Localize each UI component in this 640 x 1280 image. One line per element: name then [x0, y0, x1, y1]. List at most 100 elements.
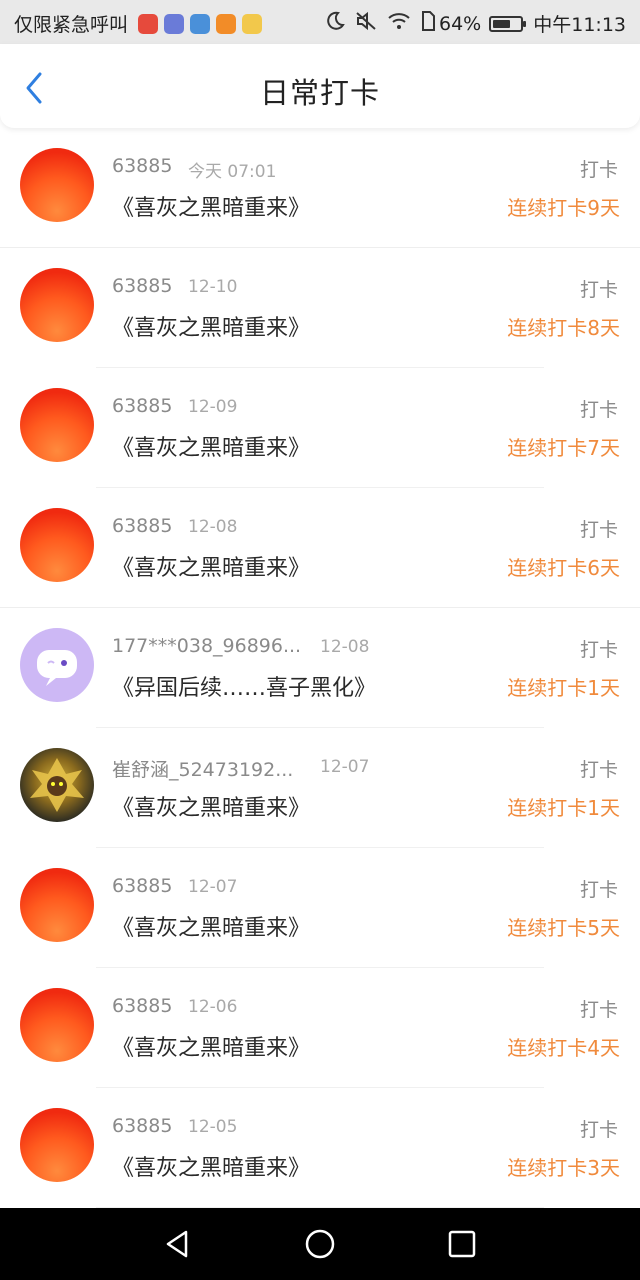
clock: 中午11:13	[533, 14, 626, 36]
checkin-date: 12-05	[188, 1117, 238, 1137]
checkin-label: 打卡	[579, 159, 618, 181]
book-title[interactable]: 《喜灰之黑暗重来》	[112, 1150, 310, 1182]
battery-icon	[489, 15, 527, 32]
chat-bubble-icon	[37, 650, 77, 686]
user-avatar[interactable]	[20, 988, 94, 1062]
streak-count: 连续打卡4天	[507, 1036, 620, 1060]
checkin-date: 12-06	[188, 997, 238, 1017]
user-avatar[interactable]	[20, 868, 94, 942]
username[interactable]: 63885	[112, 395, 172, 417]
user-avatar[interactable]	[20, 748, 94, 822]
username[interactable]: 63885	[112, 875, 172, 897]
sim-icon	[421, 11, 435, 36]
streak-count: 连续打卡1天	[507, 676, 620, 700]
book-title[interactable]: 《喜灰之黑暗重来》	[112, 1030, 310, 1062]
user-meta: 崔舒涵_52473192... 12-07	[112, 755, 369, 782]
checkin-label: 打卡	[579, 519, 618, 541]
book-title[interactable]: 《喜灰之黑暗重来》	[112, 790, 310, 822]
book-title[interactable]: 《喜灰之黑暗重来》	[112, 910, 310, 942]
app-notification-icon	[216, 13, 237, 34]
book-title[interactable]: 《喜灰之黑暗重来》	[112, 310, 310, 342]
page-title: 日常打卡	[259, 76, 380, 110]
book-title[interactable]: 《喜灰之黑暗重来》	[112, 550, 310, 582]
square-recents-icon	[448, 1230, 476, 1258]
system-nav-bar	[0, 1208, 640, 1280]
username[interactable]: 177***038_96896...	[112, 635, 301, 657]
username[interactable]: 63885	[112, 275, 172, 297]
checkin-label: 打卡	[579, 999, 618, 1021]
notification-icons	[132, 13, 263, 34]
user-meta: 63885 12-08	[112, 515, 237, 537]
checkin-label: 打卡	[579, 759, 618, 781]
status-left: 仅限紧急呼叫	[14, 10, 263, 37]
username[interactable]: 63885	[112, 515, 172, 537]
checkin-list: 63885 今天 07:01 《喜灰之黑暗重来》 打卡 连续打卡9天 63885 12-10…	[0, 128, 640, 1208]
checkin-row[interactable]: 63885 今天 07:01 《喜灰之黑暗重来》 打卡连续打卡9天	[0, 128, 640, 248]
book-title[interactable]: 《喜灰之黑暗重来》	[112, 190, 310, 222]
streak-count: 连续打卡5天	[507, 916, 620, 940]
user-meta: 63885 12-05	[112, 1115, 237, 1137]
checkin-row[interactable]: 63885 12-09 《喜灰之黑暗重来》 打卡连续打卡7天	[0, 368, 640, 488]
user-meta: 63885 12-09	[112, 395, 237, 417]
user-meta: 177***038_96896... 12-08	[112, 635, 369, 657]
wifi-icon	[387, 12, 411, 35]
book-title[interactable]: 《喜灰之黑暗重来》	[112, 430, 310, 462]
checkin-date: 12-10	[188, 277, 238, 297]
checkin-label: 打卡	[579, 399, 618, 421]
app-header: 日常打卡	[0, 44, 640, 128]
checkin-row[interactable]: 63885 12-07 《喜灰之黑暗重来》 打卡连续打卡5天	[0, 848, 640, 968]
circle-home-icon	[305, 1229, 335, 1259]
checkin-row[interactable]: 崔舒涵_52473192... 12-07 《喜灰之黑暗重来》 打卡连续打卡1天	[0, 728, 640, 848]
carrier-text: 仅限紧急呼叫	[14, 14, 129, 36]
nav-recents-button[interactable]	[444, 1226, 480, 1262]
streak-count: 连续打卡6天	[507, 556, 620, 580]
checkin-date: 12-08	[320, 637, 370, 657]
checkin-label: 打卡	[579, 639, 618, 661]
app-notification-icon	[164, 13, 185, 34]
checkin-label: 打卡	[579, 1119, 618, 1141]
checkin-date: 12-07	[320, 757, 370, 777]
user-avatar[interactable]	[20, 388, 94, 462]
streak-count: 连续打卡7天	[507, 436, 620, 460]
checkin-row[interactable]: 63885 12-08 《喜灰之黑暗重来》 打卡连续打卡6天	[0, 488, 640, 608]
username[interactable]: 崔舒涵_52473192...	[112, 759, 293, 781]
username[interactable]: 63885	[112, 155, 172, 177]
user-avatar[interactable]	[20, 1108, 94, 1182]
checkin-row[interactable]: 63885 12-05 《喜灰之黑暗重来》 打卡连续打卡3天	[0, 1088, 640, 1208]
mute-icon	[355, 11, 377, 36]
user-meta: 63885 今天 07:01	[112, 155, 276, 182]
user-meta: 63885 12-06	[112, 995, 237, 1017]
user-meta: 63885 12-10	[112, 275, 237, 297]
checkin-date: 12-09	[188, 397, 238, 417]
user-avatar[interactable]	[20, 148, 94, 222]
checkin-date: 12-07	[188, 877, 238, 897]
triangle-back-icon	[166, 1230, 188, 1258]
username[interactable]: 63885	[112, 995, 172, 1017]
app-notification-icon	[242, 13, 263, 34]
app-notification-icon	[138, 13, 159, 34]
user-avatar[interactable]	[20, 508, 94, 582]
character-avatar-icon	[30, 758, 84, 812]
battery-percent: 64%	[439, 12, 482, 35]
checkin-row[interactable]: 63885 12-06 《喜灰之黑暗重来》 打卡连续打卡4天	[0, 968, 640, 1088]
book-title[interactable]: 《异国后续……喜子黑化》	[112, 670, 376, 702]
moon-icon	[325, 11, 345, 36]
nav-back-button[interactable]	[160, 1226, 196, 1262]
app-notification-icon	[190, 13, 211, 34]
streak-count: 连续打卡8天	[507, 316, 620, 340]
user-avatar[interactable]	[20, 628, 94, 702]
checkin-label: 打卡	[579, 279, 618, 301]
user-meta: 63885 12-07	[112, 875, 237, 897]
streak-count: 连续打卡9天	[507, 196, 620, 220]
checkin-date: 12-08	[188, 517, 238, 537]
checkin-row[interactable]: 63885 12-10 《喜灰之黑暗重来》 打卡连续打卡8天	[0, 248, 640, 368]
status-right: 64% 中午11:13	[315, 10, 626, 37]
user-avatar[interactable]	[20, 268, 94, 342]
checkin-date: 今天 07:01	[188, 162, 277, 182]
nav-home-button[interactable]	[302, 1226, 338, 1262]
checkin-row[interactable]: 177***038_96896... 12-08 《异国后续……喜子黑化》 打卡连续打…	[0, 608, 640, 728]
checkin-label: 打卡	[579, 879, 618, 901]
username[interactable]: 63885	[112, 1115, 172, 1137]
streak-count: 连续打卡1天	[507, 796, 620, 820]
streak-count: 连续打卡3天	[507, 1156, 620, 1180]
